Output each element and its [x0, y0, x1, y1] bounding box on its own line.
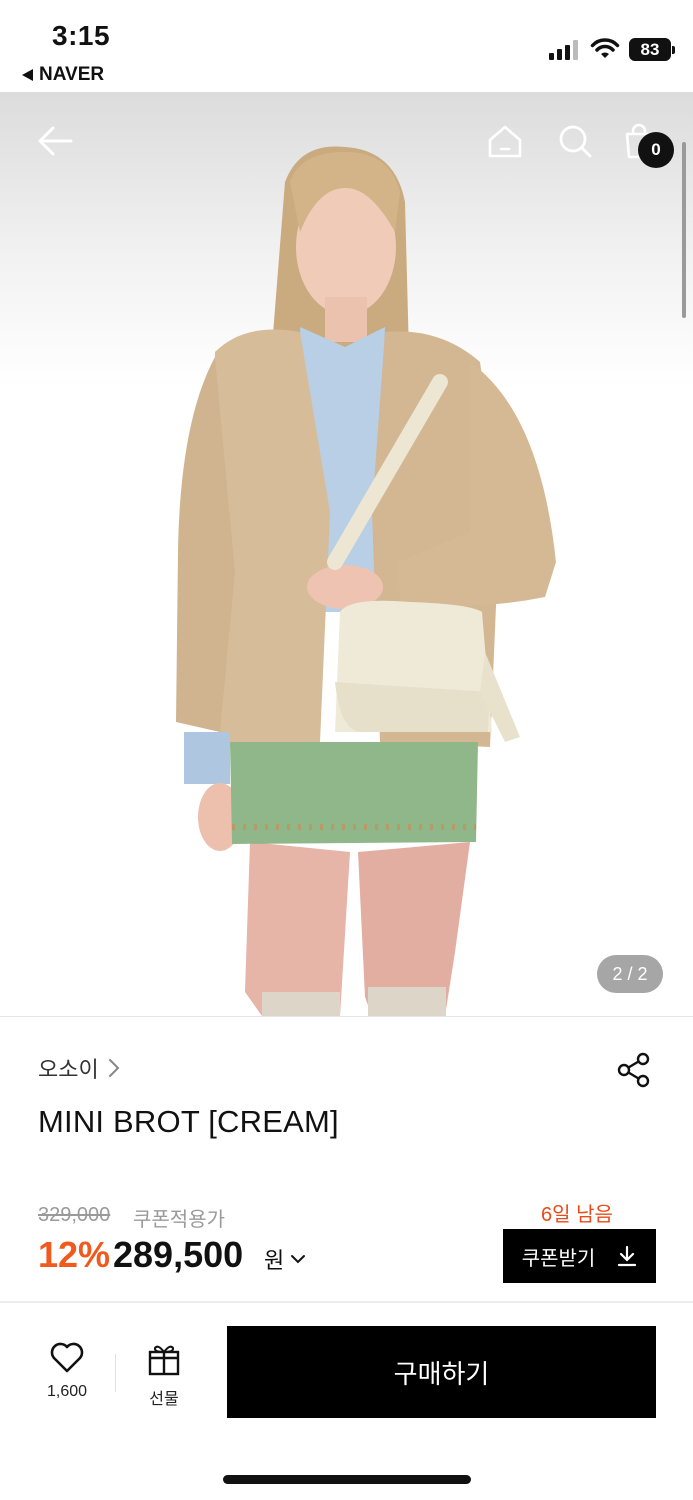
coupon-price-label: 쿠폰적용가 [133, 1209, 225, 1231]
product-image-carousel[interactable]: 2 / 2 [0, 92, 693, 1016]
brand-link[interactable]: 오소이 [38, 1052, 121, 1084]
original-price: 329,000 [38, 1204, 111, 1226]
home-indicator[interactable] [223, 1475, 471, 1484]
price-detail-toggle[interactable]: 원 [264, 1243, 306, 1275]
chevron-down-icon [291, 1255, 306, 1264]
home-icon [488, 125, 522, 158]
wifi-icon [590, 38, 620, 58]
discount-rate: 12% [38, 1234, 111, 1275]
coupon-button-label: 쿠폰받기 [521, 1247, 596, 1270]
buy-button[interactable]: 구매하기 [227, 1326, 656, 1418]
download-icon [618, 1245, 637, 1267]
back-arrow-icon [38, 126, 73, 156]
gift-label: 선물 [149, 1391, 179, 1408]
battery-level: 83 [640, 40, 660, 59]
like-button[interactable]: 1,600 [36, 1342, 98, 1401]
brand-name: 오소이 [38, 1057, 99, 1082]
status-bar: 3:15 NAVER 83 [0, 0, 693, 92]
home-button[interactable] [480, 116, 530, 166]
battery-indicator: 83 [629, 38, 675, 61]
cart-count-badge: 0 [638, 132, 674, 168]
like-count: 1,600 [46, 1383, 88, 1400]
back-button[interactable] [30, 116, 80, 166]
currency-label: 원 [264, 1248, 285, 1273]
search-button[interactable] [550, 116, 600, 166]
divider [0, 1016, 693, 1017]
chevron-right-icon [108, 1059, 120, 1077]
back-app-label: NAVER [39, 64, 105, 85]
back-to-app-link[interactable]: NAVER [22, 64, 104, 86]
gift-icon [148, 1345, 180, 1376]
divider [115, 1354, 116, 1392]
coupon-days-left: 6일 남음 [541, 1204, 613, 1226]
heart-icon [50, 1342, 84, 1373]
cellular-signal-icon [549, 40, 578, 60]
gift-button[interactable]: 선물 [140, 1342, 188, 1409]
product-photo [176, 146, 556, 1016]
back-triangle-icon [22, 69, 33, 81]
search-icon [559, 125, 592, 158]
share-icon [617, 1052, 650, 1088]
status-time: 3:15 [52, 20, 111, 51]
scroll-indicator [682, 142, 686, 318]
sale-price: 289,500 [113, 1234, 244, 1275]
product-title: MINI BROT [CREAM] [38, 1104, 339, 1139]
divider [0, 1301, 693, 1303]
image-pager: 2 / 2 [597, 955, 663, 993]
coupon-download-button[interactable]: 쿠폰받기 [503, 1229, 656, 1283]
share-button[interactable] [614, 1050, 654, 1090]
